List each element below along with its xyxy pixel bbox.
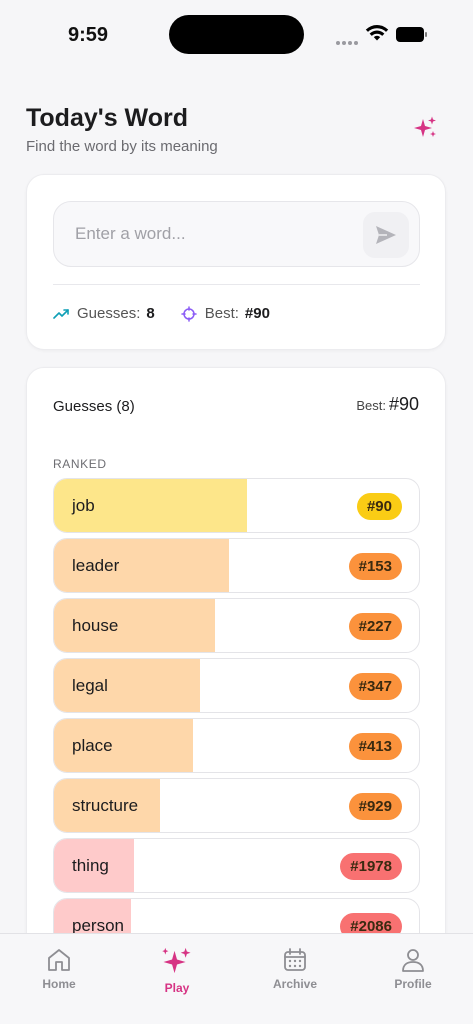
guess-word: thing — [72, 856, 109, 875]
status-bar: 9:59 — [0, 0, 473, 70]
calendar-icon — [284, 948, 306, 971]
send-icon — [376, 226, 396, 244]
tab-archive[interactable]: Archive — [255, 946, 335, 991]
battery-icon — [396, 27, 428, 42]
guess-rank-badge: #347 — [348, 673, 402, 700]
dynamic-island — [169, 15, 304, 54]
home-icon — [48, 949, 70, 971]
tab-home[interactable]: Home — [19, 946, 99, 991]
guess-word: house — [72, 616, 119, 635]
sparkles-icon — [162, 947, 191, 974]
trending-up-icon — [53, 308, 69, 319]
guesses-card: Guesses (8) Best: #90 RANKED job #90 leade… — [26, 367, 446, 1024]
guesses-stat-value: 8 — [146, 305, 155, 322]
page-subtitle: Find the word by its meaning — [26, 138, 218, 155]
stats-row: Guesses: 8 Best: #90 — [53, 305, 296, 322]
tab-profile-label: Profile — [394, 977, 432, 991]
guess-word: job — [72, 496, 95, 515]
guess-row[interactable]: house #227 — [53, 598, 420, 653]
guess-word: leader — [72, 556, 120, 575]
best-rank-label: Best: — [356, 398, 386, 413]
guess-word: structure — [72, 796, 139, 815]
word-input-container — [53, 201, 420, 267]
page-title: Today's Word — [26, 104, 188, 132]
tab-play-label: Play — [164, 981, 190, 995]
ranked-section-label: RANKED — [53, 457, 107, 471]
best-stat-label: Best: — [204, 305, 239, 322]
guess-rank-badge: #227 — [348, 613, 402, 640]
guess-rank-badge: #929 — [348, 793, 402, 820]
cellular-signal-icon — [336, 32, 360, 45]
user-icon — [402, 949, 424, 972]
best-rank-value: #90 — [388, 394, 419, 414]
best-stat-value: #90 — [244, 305, 270, 322]
sparkles-icon[interactable] — [412, 115, 438, 141]
guess-input-card: Guesses: 8 Best: #90 — [26, 174, 446, 350]
tab-profile[interactable]: Profile — [373, 946, 453, 991]
guess-list: job #90 leader #153 house #227 legal #347 pl… — [53, 478, 420, 958]
crosshair-icon — [180, 305, 197, 322]
guess-row[interactable]: job #90 — [53, 478, 420, 533]
tab-archive-label: Archive — [272, 977, 318, 991]
word-input[interactable] — [75, 220, 355, 248]
guesses-stat-label: Guesses: — [77, 305, 141, 322]
guess-rank-badge: #413 — [348, 733, 402, 760]
guess-row[interactable]: place #413 — [53, 718, 420, 773]
guess-word: place — [72, 736, 113, 755]
guess-word: legal — [72, 676, 108, 695]
wifi-icon — [365, 25, 389, 41]
guess-row[interactable]: structure #929 — [53, 778, 420, 833]
best-stat: Best: #90 — [180, 305, 270, 322]
tab-bar: Home Play Archive Profile — [0, 933, 473, 1024]
guesses-stat: Guesses: 8 — [53, 305, 155, 322]
guess-row[interactable]: leader #153 — [53, 538, 420, 593]
tab-play[interactable]: Play — [137, 946, 217, 995]
divider — [53, 284, 420, 285]
guess-row[interactable]: thing #1978 — [53, 838, 420, 893]
guess-row[interactable]: legal #347 — [53, 658, 420, 713]
guess-rank-badge: #90 — [356, 493, 402, 520]
tab-home-label: Home — [42, 977, 76, 991]
send-button[interactable] — [363, 212, 409, 258]
status-time: 9:59 — [68, 24, 109, 46]
guess-rank-badge: #153 — [348, 553, 402, 580]
guess-rank-badge: #1978 — [340, 853, 402, 880]
guesses-title: Guesses (8) — [53, 398, 135, 415]
best-rank: Best: #90 — [356, 394, 419, 415]
